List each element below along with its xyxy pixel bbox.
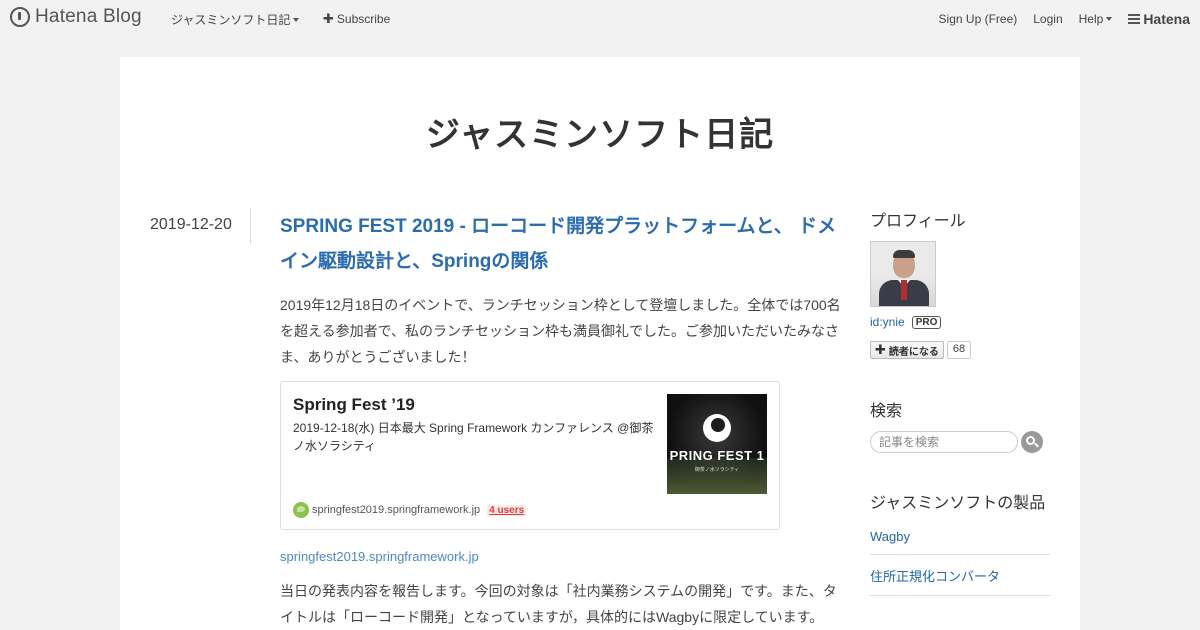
blog-container: ジャスミンソフト日記 2019-12-20 SPRING FEST 2019 -… [120, 57, 1080, 630]
global-header: Hatena Blog ジャスミンソフト日記 ✚ Subscribe Sign … [0, 0, 1200, 36]
hatena-stripes-icon [1128, 14, 1141, 24]
entry-paragraph-2: 当日の発表内容を報告します。今回の対象は「社内業務システムの開発」です。また、タ… [280, 583, 837, 625]
help-label: Help [1078, 12, 1104, 26]
site-favicon-icon [293, 502, 309, 518]
product-link-wagby[interactable]: Wagby [870, 529, 1050, 555]
hatena-blog-logo-icon [10, 7, 30, 27]
entry-date[interactable]: 2019-12-20 [150, 216, 232, 234]
search-input[interactable] [870, 431, 1018, 453]
sidebar: プロフィール id:ynie PRO ✚ 読者になる 68 検索 記事を検索 ジ… [870, 207, 1050, 596]
blog-title[interactable]: ジャスミンソフト日記 [120, 107, 1080, 156]
follow-label: 読者になる [888, 346, 939, 358]
thumbnail-title: PRING FEST 1 [669, 448, 765, 463]
card-description: 2019-12-18(水) 日本最大 Spring Framework カンファ… [293, 421, 654, 453]
chevron-down-icon [293, 17, 300, 22]
search-icon-handle [1034, 442, 1039, 448]
entry: SPRING FEST 2019 - ローコード開発プラットフォームと、 ドメイ… [280, 209, 842, 630]
products-heading: ジャスミンソフトの製品 [870, 495, 1046, 512]
hatena-logo-text: Hatena [1143, 11, 1190, 27]
entry-paragraph: 2019年12月18日のイベントで、ランチセッション枠として登壇しました。全体で… [280, 297, 841, 365]
date-divider [250, 208, 251, 244]
card-domain[interactable]: springfest2019.springframework.jp [312, 504, 480, 516]
subscribe-label: Subscribe [336, 12, 391, 26]
follower-count[interactable]: 68 [946, 341, 972, 359]
card-title[interactable]: Spring Fest ’19 [293, 395, 415, 415]
entry-title[interactable]: SPRING FEST 2019 - ローコード開発プラットフォームと、 ドメイ… [280, 209, 842, 279]
thumbnail-background [667, 458, 767, 494]
search-heading: 検索 [870, 403, 903, 420]
spring-leaf-icon [703, 414, 731, 442]
card-footer: springfest2019.springframework.jp 4 user… [293, 502, 527, 518]
profile-id-line: id:ynie PRO [870, 315, 1050, 329]
help-menu[interactable]: Help [1079, 12, 1113, 26]
thumbnail-subtitle: 御茶ノ水ソラシティ [694, 467, 740, 473]
avatar-hair [893, 250, 915, 258]
avatar[interactable] [870, 241, 936, 307]
entry-title-text[interactable]: SPRING FEST 2019 - ローコード開発プラットフォームと、 ドメイ… [280, 216, 836, 272]
logo-text: Hatena Blog [35, 6, 142, 27]
subscribe-button[interactable]: ✚ Subscribe [323, 11, 390, 27]
products-list: Wagby 住所正規化コンバータ [870, 529, 1050, 596]
search-button[interactable] [1021, 431, 1043, 453]
blog-menu[interactable]: ジャスミンソフト日記 [171, 11, 300, 28]
follow-button[interactable]: ✚ 読者になる [870, 341, 944, 359]
embed-card[interactable]: Spring Fest ’19 2019-12-18(水) 日本最大 Sprin… [280, 381, 780, 530]
pro-badge: PRO [911, 315, 942, 329]
global-header-right: Sign Up (Free) Login Help Hatena [923, 11, 1200, 27]
profile-heading: プロフィール [870, 213, 966, 230]
card-thumbnail[interactable]: PRING FEST 1 御茶ノ水ソラシティ [667, 394, 767, 494]
plus-icon: ✚ [323, 11, 334, 26]
product-link-address-converter[interactable]: 住所正規化コンバータ [870, 555, 1050, 596]
avatar-tie [901, 280, 907, 300]
chevron-down-icon [1106, 17, 1113, 21]
search-form [870, 431, 1050, 453]
hatena-logo[interactable]: Hatena [1128, 11, 1190, 27]
signup-link[interactable]: Sign Up (Free) [939, 12, 1018, 26]
login-link[interactable]: Login [1033, 12, 1062, 26]
user-id-link[interactable]: id:ynie [870, 315, 905, 329]
blog-menu-label: ジャスミンソフト日記 [171, 13, 291, 27]
bookmark-users-badge[interactable]: 4 users [487, 504, 527, 516]
plus-icon: ✚ [875, 342, 886, 357]
follow-row: ✚ 読者になる 68 [870, 341, 1050, 359]
source-link[interactable]: springfest2019.springframework.jp [280, 549, 842, 564]
hatena-blog-logo[interactable]: Hatena Blog [10, 6, 142, 28]
